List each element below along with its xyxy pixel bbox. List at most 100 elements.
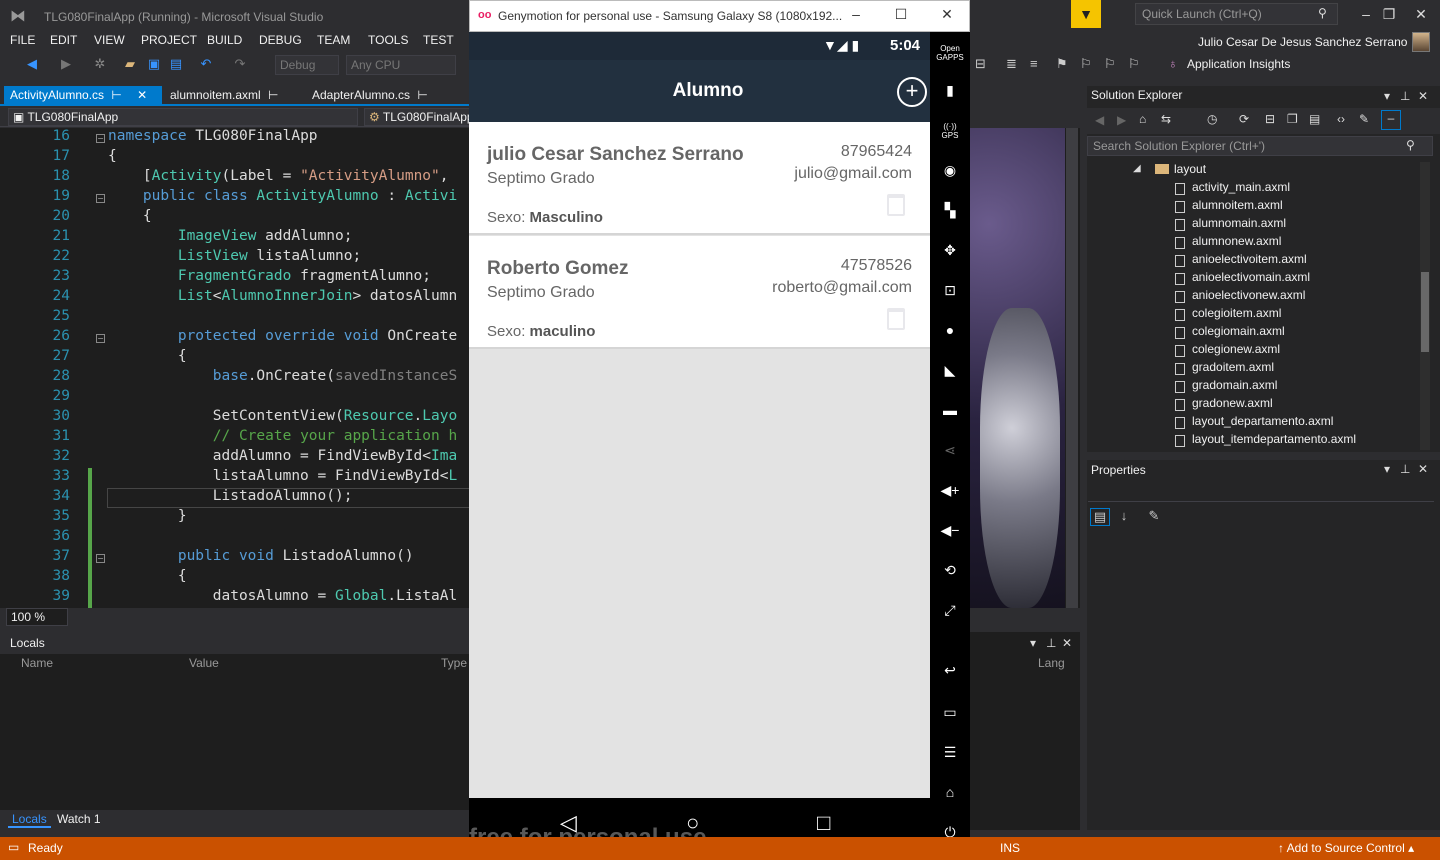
tree-file-item[interactable]: colegionew.axml [1192,342,1280,356]
back-icon[interactable]: ↩ [930,662,970,679]
recent-apps-icon[interactable]: ▭ [930,704,970,721]
back-nav-icon[interactable]: ◀ [24,56,40,72]
tree-file-item[interactable]: alumnomain.axml [1192,216,1286,230]
view-code-icon[interactable]: ‹› [1337,112,1345,126]
object-selector[interactable] [1088,482,1434,502]
menu-file[interactable]: FILE [10,33,35,47]
dropdown-icon[interactable]: ▾ [1030,636,1036,650]
search-icon[interactable]: ⚲ [1318,6,1327,20]
indent-icon[interactable]: ≣ [1006,56,1017,72]
outdent-icon[interactable]: ≡ [1030,56,1038,71]
pending-changes-icon[interactable]: ◷ [1207,112,1217,126]
quick-launch-input[interactable]: Quick Launch (Ctrl+Q) [1135,3,1338,25]
property-pages-icon[interactable]: ✎ [1144,508,1164,526]
sync-icon[interactable]: ⇆ [1161,112,1171,126]
member-combo[interactable]: ⚙ TLG080FinalApp [364,108,470,126]
tab-watch1[interactable]: Watch 1 [53,812,105,826]
bookmark-next-icon[interactable]: ⚐ [1104,56,1116,72]
tree-file-item[interactable]: anioelectivonew.axml [1192,288,1305,302]
zoom-combo[interactable]: 100 % [6,608,68,626]
rotate-icon[interactable]: ⟲ [930,562,970,579]
bookmark-prev-icon[interactable]: ⚐ [1080,56,1092,72]
back-icon[interactable]: ◀ [1095,113,1104,127]
forward-icon[interactable]: ▶ [1117,113,1126,127]
delete-icon[interactable] [887,308,905,330]
list-item[interactable]: julio Cesar Sanchez Serrano Septimo Grad… [469,122,930,235]
expand-arrow-icon[interactable]: ◢ [1133,163,1141,174]
menu-edit[interactable]: EDIT [50,33,77,47]
show-all-icon[interactable]: ▤ [1309,112,1320,126]
tree-file-item[interactable]: gradoitem.axml [1192,360,1274,374]
tree-file-item[interactable]: anioelectivoitem.axml [1192,252,1307,266]
minimize-icon[interactable]: – [1354,6,1378,22]
close-icon[interactable]: ✕ [1409,6,1433,23]
column-value[interactable]: Value [189,656,219,670]
opengapps-icon[interactable]: Open GAPPS [930,44,970,62]
close-icon[interactable]: ✕ [1062,636,1072,650]
tree-file-item[interactable]: anioelectivomain.axml [1192,270,1310,284]
menu-view[interactable]: VIEW [94,33,125,47]
volume-up-icon[interactable]: ◀+ [930,482,970,499]
recents-button[interactable]: □ [817,810,830,836]
layout-icon[interactable]: ⊟ [975,56,986,72]
alphabetical-icon[interactable]: ↓ [1114,508,1134,526]
tree-file-item[interactable]: alumnoitem.axml [1192,198,1283,212]
open-folder-icon[interactable]: ▰ [122,56,138,72]
menu-test[interactable]: TEST [423,33,454,47]
close-icon[interactable]: ✕ [937,6,957,23]
pin-icon[interactable]: ⊢ [417,88,427,102]
pin-icon[interactable]: ⊥ [1400,89,1410,103]
tree-file-item[interactable]: activity_main.axml [1192,180,1290,194]
config-combo[interactable]: Debug [275,55,339,75]
collapse-icon[interactable]: ⊟ [1265,112,1275,126]
refresh-icon[interactable]: ⟳ [1239,112,1249,126]
pin-icon[interactable]: ⊥ [1046,636,1056,650]
add-to-source-control-button[interactable]: ↑ Add to Source Control ▴ [1278,841,1414,855]
save-icon[interactable]: ▣ [146,56,162,72]
tree-file-item[interactable]: gradomain.axml [1192,378,1277,392]
list-item[interactable]: Roberto Gomez Septimo Grado 47578526 rob… [469,236,930,349]
menu-debug[interactable]: DEBUG [259,33,302,47]
column-type[interactable]: Type [441,656,467,670]
maximize-icon[interactable]: ☐ [891,6,911,23]
menu-icon[interactable]: ☰ [930,744,970,761]
pin-icon[interactable]: ⊥ [1400,462,1410,476]
new-project-icon[interactable]: ✲ [92,56,108,72]
editor-scrollbar[interactable] [1066,128,1078,608]
menu-team[interactable]: TEAM [317,33,350,47]
battery-icon[interactable]: ▮ [930,82,970,99]
tree-folder-layout[interactable]: layout [1174,162,1206,176]
scale-icon[interactable]: ⤢ [930,602,970,619]
home-icon[interactable]: ⌂ [1139,112,1146,126]
volume-down-icon[interactable]: ◀− [930,522,970,539]
tree-file-item[interactable]: alumnonew.axml [1192,234,1281,248]
column-name[interactable]: Name [21,656,53,670]
share-icon[interactable]: ⋖ [930,442,970,459]
avatar[interactable] [1412,32,1430,52]
bookmark-clear-icon[interactable]: ⚐ [1128,56,1140,72]
user-name[interactable]: Julio Cesar De Jesus Sanchez Serrano [1198,35,1407,49]
categorized-icon[interactable]: ▤ [1090,508,1110,526]
fold-toggle-icon[interactable]: − [96,134,105,143]
tree-file-item[interactable]: layout_departamento.axml [1192,414,1333,428]
pin-icon[interactable]: ⊢ [111,88,121,102]
tab-locals[interactable]: Locals [8,812,51,828]
restore-icon[interactable]: ❐ [1377,6,1401,23]
fold-toggle-icon[interactable]: − [96,334,105,343]
platform-combo[interactable]: Any CPU [346,55,456,75]
column-lang[interactable]: Lang [1038,656,1065,670]
menu-build[interactable]: BUILD [207,33,242,47]
rss-icon[interactable]: ◣ [930,362,970,379]
application-insights-button[interactable]: Application Insights [1187,57,1290,71]
menu-tools[interactable]: TOOLS [368,33,408,47]
tree-file-item[interactable]: layout_itemdepartamento.axml [1192,432,1356,446]
solution-search-input[interactable]: Search Solution Explorer (Ctrl+') [1087,136,1433,156]
close-tab-icon[interactable]: ✕ [137,88,147,102]
delete-icon[interactable] [887,194,905,216]
code-editor[interactable]: 16 17 18 19 20 21 22 23 24 25 26 27 28 29 30 31 32 33 34 35… [0,128,470,608]
pin-icon[interactable]: ⊢ [268,88,278,102]
tree-file-item[interactable]: colegioitem.axml [1192,306,1281,320]
save-all-icon[interactable]: ▤ [168,56,184,72]
tab-activityalumno[interactable]: ActivityAlumno.cs ⊢ ✕ [4,86,162,106]
preview-icon[interactable]: – [1381,110,1401,130]
